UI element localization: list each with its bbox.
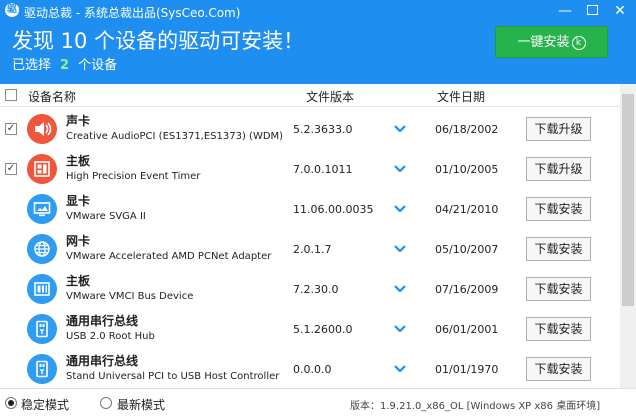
device-description: VMware VMCI Bus Device bbox=[66, 291, 194, 302]
column-file-date: 文件日期 bbox=[437, 90, 486, 104]
device-version: 2.0.1.7 bbox=[293, 243, 332, 256]
version-chevron-down-icon[interactable] bbox=[393, 242, 407, 256]
device-row: 主板 VMware VMCI Bus Device 7.2.30.0 07/16… bbox=[0, 269, 620, 309]
stable-mode-radio[interactable] bbox=[5, 397, 17, 409]
device-row: ✓ 主板 High Precision Event Timer 7.0.0.10… bbox=[0, 149, 620, 189]
version-info: 版本：1.9.21.0_x86_OL [Windows XP x86 桌面环境] bbox=[350, 401, 601, 412]
header: 驱 驱动总裁 - 系统总裁出品(SysCeo.Com) — ✕ 发现 10 个设… bbox=[0, 0, 636, 84]
device-date: 01/10/2005 bbox=[435, 163, 499, 176]
device-description: VMware SVGA II bbox=[66, 211, 146, 222]
latest-mode-label[interactable]: 最新模式 bbox=[117, 396, 165, 413]
device-version: 5.1.2600.0 bbox=[293, 323, 353, 336]
selected-count: 2 bbox=[60, 58, 70, 73]
selected-summary: 已选择 2 个设备 bbox=[12, 54, 117, 73]
maximize-button[interactable] bbox=[578, 0, 606, 22]
download-install-button[interactable]: 下载安装 bbox=[526, 317, 591, 341]
speaker-icon bbox=[27, 114, 57, 144]
scrollbar-thumb[interactable] bbox=[622, 94, 634, 306]
device-description: USB 2.0 Root Hub bbox=[66, 331, 155, 342]
monitor-icon bbox=[27, 194, 57, 224]
status-footer: 稳定模式 最新模式 版本：1.9.21.0_x86_OL [Windows XP… bbox=[0, 388, 636, 418]
device-row: 通用串行总线 Stand Universal PCI to USB Host C… bbox=[0, 349, 620, 388]
usb-icon bbox=[27, 354, 57, 384]
download-upgrade-button[interactable]: 下载升级 bbox=[526, 117, 591, 141]
install-all-button[interactable]: 一键安装 k bbox=[495, 26, 608, 58]
version-chevron-down-icon[interactable] bbox=[393, 162, 407, 176]
download-install-button[interactable]: 下载安装 bbox=[526, 277, 591, 301]
minimize-button[interactable]: — bbox=[551, 0, 579, 22]
device-version: 7.2.30.0 bbox=[293, 283, 339, 296]
device-description: VMware Accelerated AMD PCNet Adapter bbox=[66, 251, 272, 262]
select-all-checkbox[interactable] bbox=[5, 89, 17, 101]
download-install-button[interactable]: 下载安装 bbox=[526, 357, 591, 381]
latest-mode-radio[interactable] bbox=[100, 397, 112, 409]
device-row: 通用串行总线 USB 2.0 Root Hub 5.1.2600.0 06/01… bbox=[0, 309, 620, 349]
device-date: 06/01/2001 bbox=[435, 323, 499, 336]
column-header: 设备名称 文件版本 文件日期 bbox=[0, 84, 620, 107]
device-version: 5.2.3633.0 bbox=[293, 123, 353, 136]
download-install-button[interactable]: 下载安装 bbox=[526, 197, 591, 221]
device-description: Creative AudioPCI (ES1371,ES1373) (WDM) bbox=[66, 131, 284, 142]
column-file-version: 文件版本 bbox=[306, 90, 355, 104]
device-version: 0.0.0.0 bbox=[293, 363, 332, 376]
download-upgrade-button[interactable]: 下载升级 bbox=[526, 157, 591, 181]
device-description: High Precision Event Timer bbox=[66, 171, 201, 182]
page-title: 发现 10 个设备的驱动可安装！ bbox=[12, 29, 305, 53]
device-name: 通用串行总线 bbox=[66, 354, 139, 368]
device-date: 05/10/2007 bbox=[435, 243, 499, 256]
device-checkbox[interactable]: ✓ bbox=[5, 163, 17, 175]
device-row: 显卡 VMware SVGA II 11.06.00.0035 04/21/20… bbox=[0, 189, 620, 229]
motherboard-icon bbox=[27, 154, 57, 184]
version-chevron-down-icon[interactable] bbox=[393, 122, 407, 136]
device-date: 07/16/2009 bbox=[435, 283, 499, 296]
install-all-shortcut: k bbox=[571, 36, 586, 50]
column-device-name: 设备名称 bbox=[28, 90, 77, 104]
device-date: 04/21/2010 bbox=[435, 203, 499, 216]
device-name: 声卡 bbox=[66, 114, 91, 128]
maximize-icon bbox=[586, 5, 598, 15]
version-chevron-down-icon[interactable] bbox=[393, 282, 407, 296]
selected-prefix: 已选择 bbox=[12, 58, 52, 73]
device-name: 显卡 bbox=[66, 194, 91, 208]
device-row: 网卡 VMware Accelerated AMD PCNet Adapter … bbox=[0, 229, 620, 269]
version-chevron-down-icon[interactable] bbox=[393, 322, 407, 336]
download-install-button[interactable]: 下载安装 bbox=[526, 237, 591, 261]
app-logo-icon: 驱 bbox=[5, 3, 19, 17]
device-date: 01/01/1970 bbox=[435, 363, 499, 376]
selected-suffix: 个设备 bbox=[78, 58, 118, 73]
device-name: 通用串行总线 bbox=[66, 314, 139, 328]
version-chevron-down-icon[interactable] bbox=[393, 202, 407, 216]
title-bar: 驱 驱动总裁 - 系统总裁出品(SysCeo.Com) — ✕ bbox=[0, 0, 636, 22]
stable-mode-label[interactable]: 稳定模式 bbox=[21, 396, 69, 413]
radio-selected-dot bbox=[8, 400, 14, 406]
version-chevron-down-icon[interactable] bbox=[393, 362, 407, 376]
usb-icon bbox=[27, 314, 57, 344]
device-version: 7.0.0.1011 bbox=[293, 163, 353, 176]
device-date: 06/18/2002 bbox=[435, 123, 499, 136]
globe-icon bbox=[27, 234, 57, 264]
device-description: Stand Universal PCI to USB Host Controll… bbox=[66, 371, 280, 382]
install-all-label: 一键安装 bbox=[517, 35, 570, 50]
device-checkbox[interactable]: ✓ bbox=[5, 123, 17, 135]
chip-icon bbox=[27, 274, 57, 304]
device-row: ✓ 声卡 Creative AudioPCI (ES1371,ES1373) (… bbox=[0, 109, 620, 149]
device-name: 网卡 bbox=[66, 234, 91, 248]
window-title: 驱动总裁 - 系统总裁出品(SysCeo.Com) bbox=[24, 6, 241, 20]
device-name: 主板 bbox=[66, 274, 91, 288]
device-name: 主板 bbox=[66, 154, 91, 168]
device-list: ✓ 声卡 Creative AudioPCI (ES1371,ES1373) (… bbox=[0, 107, 620, 388]
scrollbar[interactable] bbox=[620, 84, 636, 388]
close-button[interactable]: ✕ bbox=[606, 0, 634, 22]
device-version: 11.06.00.0035 bbox=[293, 203, 374, 216]
